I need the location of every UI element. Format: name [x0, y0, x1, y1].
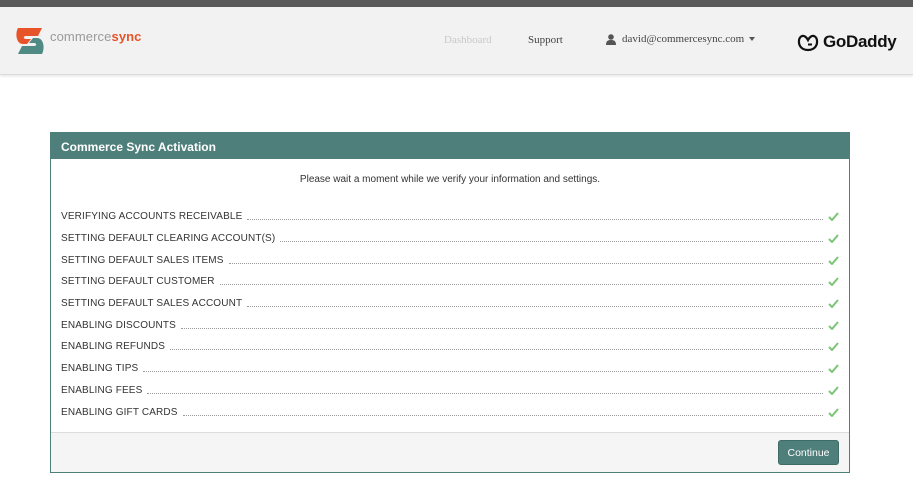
top-strip: [0, 0, 913, 7]
step-item: VERIFYING ACCOUNTS RECEIVABLE: [61, 206, 839, 228]
step-label: ENABLING DISCOUNTS: [61, 319, 176, 331]
step-label: SETTING DEFAULT CLEARING ACCOUNT(S): [61, 233, 276, 245]
brand-name: commercesync: [50, 28, 142, 44]
step-label: SETTING DEFAULT SALES ITEMS: [61, 254, 224, 266]
dotted-leader: [180, 327, 823, 329]
intro-text: Please wait a moment while we verify you…: [299, 174, 601, 185]
commercesync-logo-icon: [16, 28, 44, 54]
check-icon: [828, 212, 839, 222]
panel-footer: Continue: [51, 432, 849, 472]
brand-logo-link[interactable]: commercesync: [14, 24, 142, 58]
panel-title: Commerce Sync Activation: [51, 133, 849, 159]
step-label: ENABLING REFUNDS: [61, 341, 166, 353]
dotted-leader: [219, 284, 823, 286]
step-label: VERIFYING ACCOUNTS RECEIVABLE: [61, 211, 243, 223]
navbar: commercesync Dashboard Support david@com…: [0, 7, 913, 75]
step-item: ENABLING TIPS: [61, 358, 839, 380]
dotted-leader: [247, 306, 823, 308]
godaddy-logo[interactable]: GoDaddy: [797, 32, 897, 52]
step-item: ENABLING FEES: [61, 380, 839, 402]
dotted-leader: [182, 414, 823, 416]
check-icon: [828, 407, 839, 417]
check-icon: [828, 277, 839, 287]
dotted-leader: [228, 262, 823, 264]
step-item: ENABLING DISCOUNTS: [61, 314, 839, 336]
check-icon: [828, 234, 839, 244]
step-item: SETTING DEFAULT SALES ITEMS: [61, 249, 839, 271]
chevron-down-icon: [749, 37, 756, 41]
nav-dashboard-link[interactable]: Dashboard: [444, 34, 492, 46]
check-icon: [828, 386, 839, 395]
dotted-leader: [280, 241, 823, 243]
step-item: ENABLING GIFT CARDS: [61, 401, 839, 423]
step-item: SETTING DEFAULT CUSTOMER: [61, 271, 839, 293]
step-item: SETTING DEFAULT CLEARING ACCOUNT(S): [61, 228, 839, 250]
activation-panel: Commerce Sync Activation Please wait a m…: [50, 132, 850, 473]
dotted-leader: [147, 392, 823, 394]
step-label: ENABLING GIFT CARDS: [61, 406, 178, 418]
step-label: ENABLING FEES: [61, 384, 143, 396]
check-icon: [828, 256, 839, 265]
partner-name: GoDaddy: [823, 32, 897, 51]
step-item: ENABLING REFUNDS: [61, 336, 839, 358]
user-icon: [606, 33, 616, 45]
dotted-leader: [247, 219, 823, 221]
check-icon: [828, 321, 839, 330]
step-label: SETTING DEFAULT SALES ACCOUNT: [61, 298, 243, 310]
activation-steps-list: VERIFYING ACCOUNTS RECEIVABLE SETTING DE…: [61, 206, 839, 423]
step-label: SETTING DEFAULT CUSTOMER: [61, 276, 215, 288]
check-icon: [828, 299, 839, 309]
check-icon: [828, 364, 839, 374]
godaddy-icon: [797, 34, 819, 51]
step-item: SETTING DEFAULT SALES ACCOUNT: [61, 293, 839, 315]
user-menu-dropdown[interactable]: david@commercesync.com: [606, 33, 756, 45]
step-label: ENABLING TIPS: [61, 363, 139, 375]
continue-button[interactable]: Continue: [778, 440, 839, 465]
nav-support-link[interactable]: Support: [528, 34, 563, 46]
user-email: david@commercesync.com: [622, 33, 745, 45]
dotted-leader: [143, 371, 823, 373]
check-icon: [828, 342, 839, 352]
dotted-leader: [170, 349, 823, 351]
